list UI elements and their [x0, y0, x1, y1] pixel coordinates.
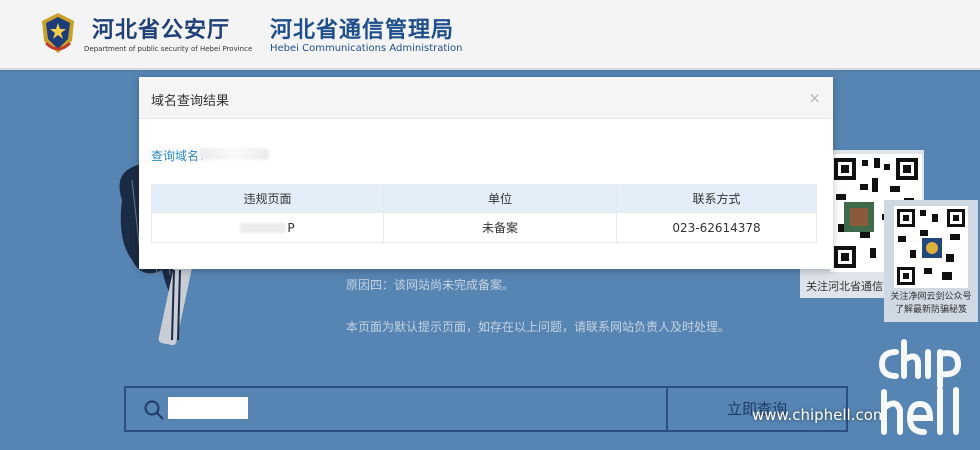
qr-code-icon — [894, 206, 968, 288]
dialog-header: 域名查询结果 × — [139, 77, 833, 119]
cell-contact: 023-62614378 — [616, 212, 817, 243]
qr-label-line: 关注净网云剑公众号 — [890, 292, 972, 302]
search-bar — [124, 386, 668, 432]
cell-unit: 未备案 — [383, 212, 617, 243]
org2-subtitle: Hebei Communications Administration — [270, 43, 463, 54]
redacted-page — [240, 223, 287, 233]
watermark-text: www.chiphell.com — [752, 406, 888, 424]
close-icon[interactable]: × — [808, 89, 821, 107]
org2-title: 河北省通信管理局 — [270, 18, 455, 43]
site-header: 河北省公安厅 Department of public security of … — [0, 0, 980, 70]
cell-page: P — [151, 212, 384, 243]
cell-page-text: P — [287, 220, 295, 235]
search-input[interactable] — [168, 397, 248, 419]
search-icon — [144, 400, 164, 420]
police-emblem-icon — [42, 13, 74, 53]
table-row: P 未备案 023-62614378 — [151, 212, 817, 243]
org1-title: 河北省公安厅 — [92, 18, 231, 43]
qr-label-jingwang: 关注净网云剑公众号 了解最新防骗秘笈 — [884, 291, 978, 317]
qr-card-jingwang: 关注净网云剑公众号 了解最新防骗秘笈 — [884, 200, 978, 322]
notice-text: 本页面为默认提示页面，如存在以上问题，请联系网站负责人及时处理。 — [346, 320, 731, 334]
column-header-contact: 联系方式 — [616, 184, 817, 213]
qr-label-line: 了解最新防骗秘笈 — [894, 305, 967, 315]
reason-text: 原因四：该网站尚未完成备案。 — [346, 278, 515, 292]
column-header-unit: 单位 — [383, 184, 617, 213]
chiphell-logo-icon — [878, 339, 962, 435]
result-table: 违规页面 单位 联系方式 P 未备案 023-62614378 — [151, 184, 817, 243]
org1-subtitle: Department of public security of Hebei P… — [84, 45, 253, 53]
redacted-domain — [199, 148, 269, 160]
domain-query-result-dialog: 域名查询结果 × 查询域名： 违规页面 单位 联系方式 P 未备案 023-62… — [139, 77, 833, 269]
column-header-page: 违规页面 — [151, 184, 384, 213]
dialog-title: 域名查询结果 — [151, 94, 230, 109]
table-header-row: 违规页面 单位 联系方式 — [151, 184, 817, 213]
